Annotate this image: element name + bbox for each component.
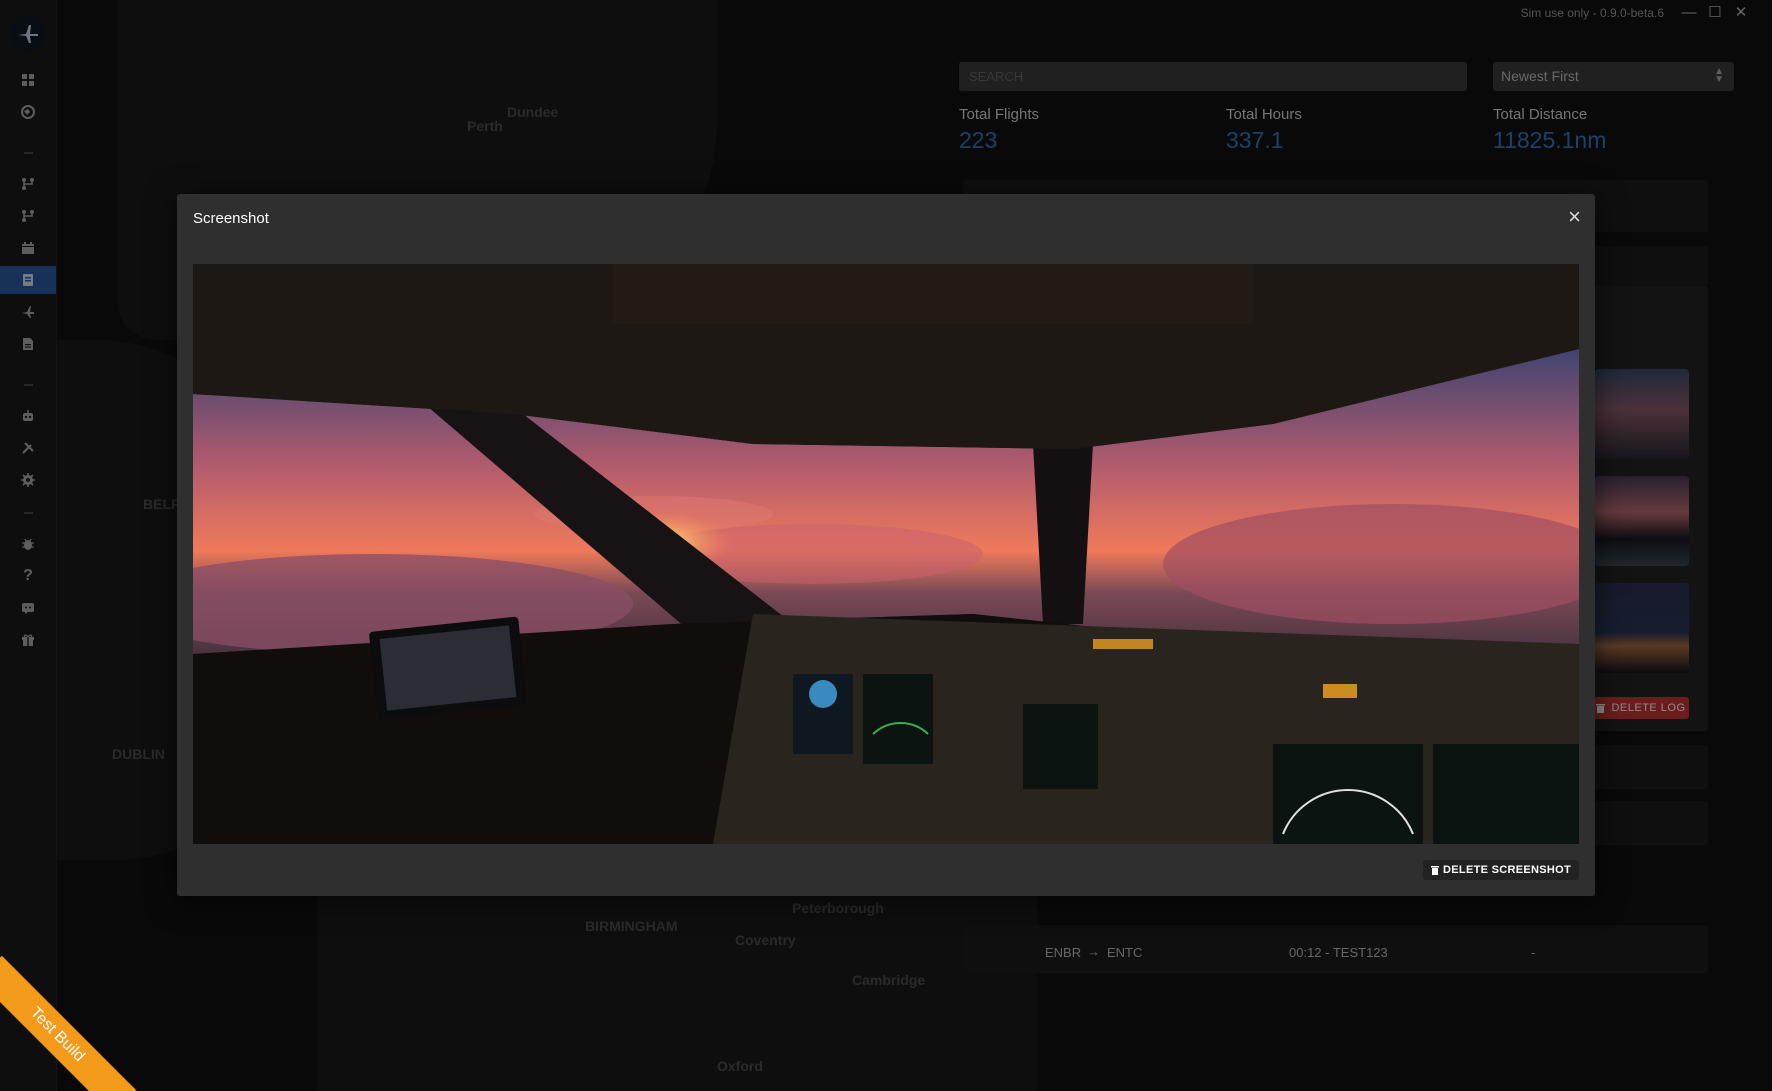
- modal-title: Screenshot: [193, 210, 269, 227]
- screenshot-modal: Screenshot × DELETE SCREENSHOT: [177, 194, 1595, 896]
- close-icon[interactable]: ×: [1568, 206, 1581, 228]
- screenshot-image: [193, 264, 1579, 844]
- trash-icon: [1431, 866, 1440, 875]
- delete-screenshot-button[interactable]: DELETE SCREENSHOT: [1423, 860, 1579, 880]
- delete-screenshot-label: DELETE SCREENSHOT: [1443, 864, 1571, 876]
- cockpit-sunset-image: [193, 264, 1579, 844]
